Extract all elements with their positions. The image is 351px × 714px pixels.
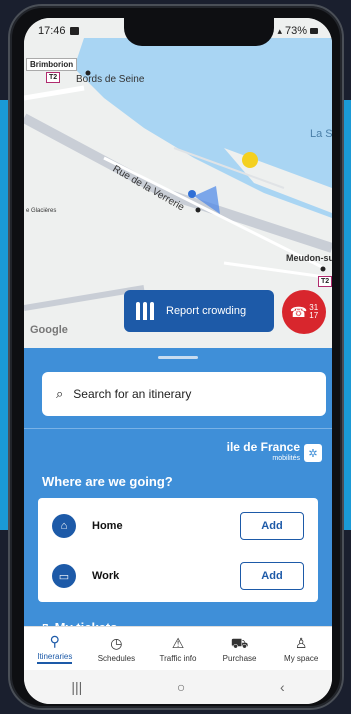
report-crowding-button[interactable]: Report crowding bbox=[124, 290, 274, 332]
nav-label: Schedules bbox=[97, 653, 136, 663]
cart-icon: ⛟ bbox=[230, 634, 249, 651]
home-icon: ⌂ bbox=[52, 514, 76, 538]
divider bbox=[24, 428, 332, 429]
phone-icon: ☎ bbox=[289, 303, 308, 320]
brand-subtitle: mobilités bbox=[272, 455, 300, 462]
nav-schedules[interactable]: ◷ Schedules bbox=[86, 635, 146, 663]
nav-label: My space bbox=[284, 653, 319, 663]
back-icon[interactable]: ‹ bbox=[280, 679, 285, 695]
brand-mark-icon: ✲ bbox=[304, 444, 322, 462]
warning-icon: ⚠ bbox=[171, 634, 185, 651]
status-time: 17:46 bbox=[38, 25, 66, 37]
sheet-handle[interactable] bbox=[158, 356, 198, 359]
tram-badge: T2 bbox=[46, 72, 61, 83]
tram-badge: T2 bbox=[318, 276, 332, 287]
street-label: Bords de Seine bbox=[76, 74, 145, 85]
street-label: e Glacières bbox=[26, 208, 57, 214]
favorite-places-card: ⌂ Home Add ▭ Work Add bbox=[38, 498, 318, 602]
emergency-number: 17 bbox=[309, 311, 319, 320]
report-crowding-label: Report crowding bbox=[166, 305, 247, 317]
phone-screen: 17:46 ▴ 73% Brimborion T2 Bords de Seine… bbox=[24, 18, 332, 704]
nav-label: Itineraries bbox=[37, 652, 73, 664]
phone-frame: 17:46 ▴ 73% Brimborion T2 Bords de Seine… bbox=[8, 4, 344, 710]
bottom-navigation: ⚲ Itineraries ◷ Schedules ⚠ Traffic info… bbox=[24, 626, 332, 670]
add-home-button[interactable]: Add bbox=[240, 512, 304, 540]
location-pin-icon: ⚲ bbox=[49, 633, 60, 649]
recents-icon[interactable]: ||| bbox=[71, 679, 82, 695]
section-heading: Where are we going? bbox=[42, 474, 173, 489]
nav-purchase[interactable]: ⛟ Purchase bbox=[210, 635, 270, 663]
nav-traffic-info[interactable]: ⚠ Traffic info bbox=[148, 635, 208, 663]
battery-level: 73% bbox=[284, 25, 307, 37]
search-placeholder: Search for an itinerary bbox=[73, 387, 192, 401]
notification-icon bbox=[69, 27, 79, 35]
brand-logo: ile de France mobilités ✲ bbox=[226, 440, 322, 464]
place-row-home[interactable]: ⌂ Home Add bbox=[38, 506, 318, 546]
system-navigation-bar: ||| ○ ‹ bbox=[24, 670, 332, 704]
add-work-button[interactable]: Add bbox=[240, 562, 304, 590]
emergency-call-button[interactable]: ☎ 31 17 bbox=[282, 290, 326, 334]
nav-my-space[interactable]: ♙ My space bbox=[271, 635, 331, 663]
brand-name: ile de France bbox=[226, 440, 300, 454]
itinerary-search-field[interactable]: ⌕ Search for an itinerary bbox=[42, 372, 326, 416]
nav-label: Purchase bbox=[222, 653, 257, 663]
briefcase-icon: ▭ bbox=[52, 564, 76, 588]
signal-icon: ▴ bbox=[277, 25, 282, 36]
place-label-home: Home bbox=[92, 520, 123, 532]
nav-label: Traffic info bbox=[159, 653, 197, 663]
river-label: La Se bbox=[310, 128, 332, 140]
google-logo: Google bbox=[30, 324, 68, 336]
map-place-label: Brimborion bbox=[26, 58, 78, 71]
place-label-work: Work bbox=[92, 570, 120, 582]
place-label: Meudon-su bbox=[286, 253, 332, 263]
battery-icon bbox=[310, 28, 318, 34]
crowd-icon bbox=[136, 302, 156, 320]
clock-icon: ◷ bbox=[110, 634, 123, 651]
bottom-sheet: ⌕ Search for an itinerary ile de France … bbox=[24, 348, 332, 638]
camera-notch bbox=[124, 18, 274, 46]
search-icon: ⌕ bbox=[56, 386, 64, 401]
nav-itineraries[interactable]: ⚲ Itineraries bbox=[25, 633, 85, 664]
home-circle-icon[interactable]: ○ bbox=[177, 679, 185, 695]
place-row-work[interactable]: ▭ Work Add bbox=[38, 556, 318, 596]
person-icon: ♙ bbox=[294, 634, 308, 651]
